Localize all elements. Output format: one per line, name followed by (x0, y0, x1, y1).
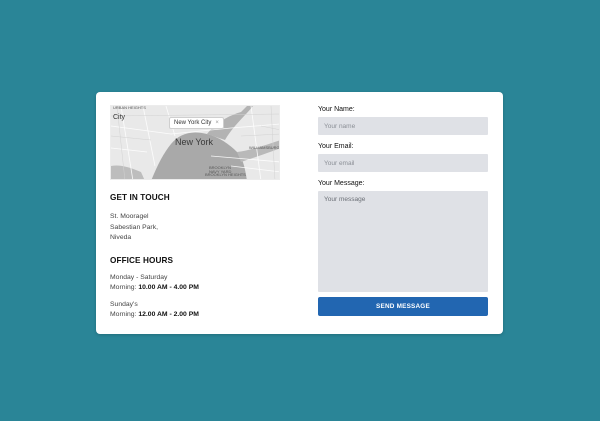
address-block: St. Mooragel Sabestian Park, Niveda (110, 212, 280, 244)
sunday-prefix: Morning: (110, 311, 139, 318)
email-input[interactable] (318, 154, 488, 172)
address-line-1: St. Mooragel (110, 213, 149, 220)
message-label: Your Message: (318, 180, 365, 187)
weekday-hours: Monday - Saturday Morning: 10.00 AM - 4.… (110, 273, 280, 294)
map-city-small-label: City (113, 114, 126, 121)
sunday-label: Sunday's (110, 300, 138, 308)
map-heights-label: BROOKLYN HEIGHTS (205, 172, 246, 177)
weekday-time: 10.00 AM - 4.00 PM (138, 284, 199, 291)
email-label: Your Email: (318, 143, 354, 150)
map-pin-label: New York City (174, 120, 212, 126)
weekday-time-line: Morning: 10.00 AM - 4.00 PM (110, 283, 280, 294)
contact-form: Your Name: Your Email: Your Message: SEN… (318, 105, 488, 316)
location-map[interactable]: URBAN HEIGHTS City New York City × New Y… (110, 105, 280, 180)
map-district-label: WILLIAMSBURG (249, 145, 280, 150)
sunday-hours: Sunday's Morning: 12.00 AM - 2.00 PM (110, 300, 280, 321)
sunday-time: 12.00 AM - 2.00 PM (138, 311, 199, 318)
office-hours-heading: OFFICE HOURS (110, 255, 174, 265)
name-label: Your Name: (318, 106, 355, 113)
close-icon[interactable]: × (215, 120, 219, 126)
weekday-prefix: Morning: (110, 284, 139, 291)
contact-info-column: URBAN HEIGHTS City New York City × New Y… (110, 105, 280, 321)
get-in-touch-heading: GET IN TOUCH (110, 193, 170, 202)
sunday-time-line: Morning: 12.00 AM - 2.00 PM (110, 310, 280, 321)
message-textarea[interactable] (318, 191, 488, 292)
contact-card: URBAN HEIGHTS City New York City × New Y… (96, 92, 503, 334)
map-location-popup[interactable]: New York City × (169, 117, 224, 129)
map-area-label: URBAN HEIGHTS (113, 105, 146, 110)
weekday-label: Monday - Saturday (110, 273, 168, 281)
name-input[interactable] (318, 117, 488, 135)
send-message-button[interactable]: SEND MESSAGE (318, 297, 488, 316)
address-line-3: Niveda (110, 234, 132, 241)
map-city-label: New York (175, 137, 214, 147)
address-line-2: Sabestian Park, (110, 223, 158, 231)
